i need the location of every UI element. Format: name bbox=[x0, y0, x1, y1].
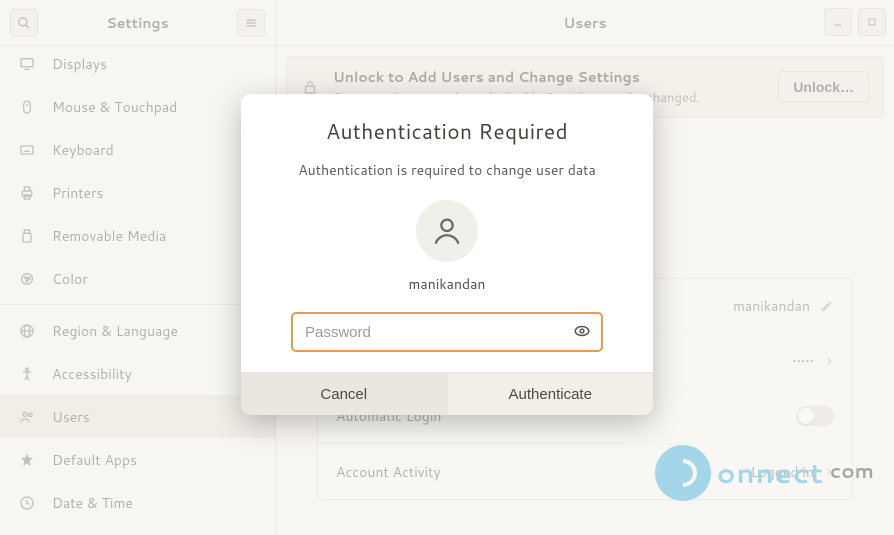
avatar-icon bbox=[430, 214, 464, 248]
cancel-button[interactable]: Cancel bbox=[241, 373, 448, 415]
avatar bbox=[416, 200, 478, 262]
auth-dialog: Authentication Required Authentication i… bbox=[241, 94, 653, 415]
authenticate-button[interactable]: Authenticate bbox=[448, 373, 654, 415]
dialog-username: manikandan bbox=[409, 274, 486, 294]
dialog-message: Authentication is required to change use… bbox=[298, 160, 596, 180]
reveal-password-icon[interactable] bbox=[573, 322, 591, 340]
app-root: Settings Displays Mouse & Touchpad Keybo… bbox=[0, 0, 894, 535]
dialog-title: Authentication Required bbox=[326, 116, 568, 146]
dialog-actions: Cancel Authenticate bbox=[241, 372, 653, 415]
modal-overlay: Authentication Required Authentication i… bbox=[0, 0, 894, 535]
password-input[interactable] bbox=[291, 312, 603, 352]
